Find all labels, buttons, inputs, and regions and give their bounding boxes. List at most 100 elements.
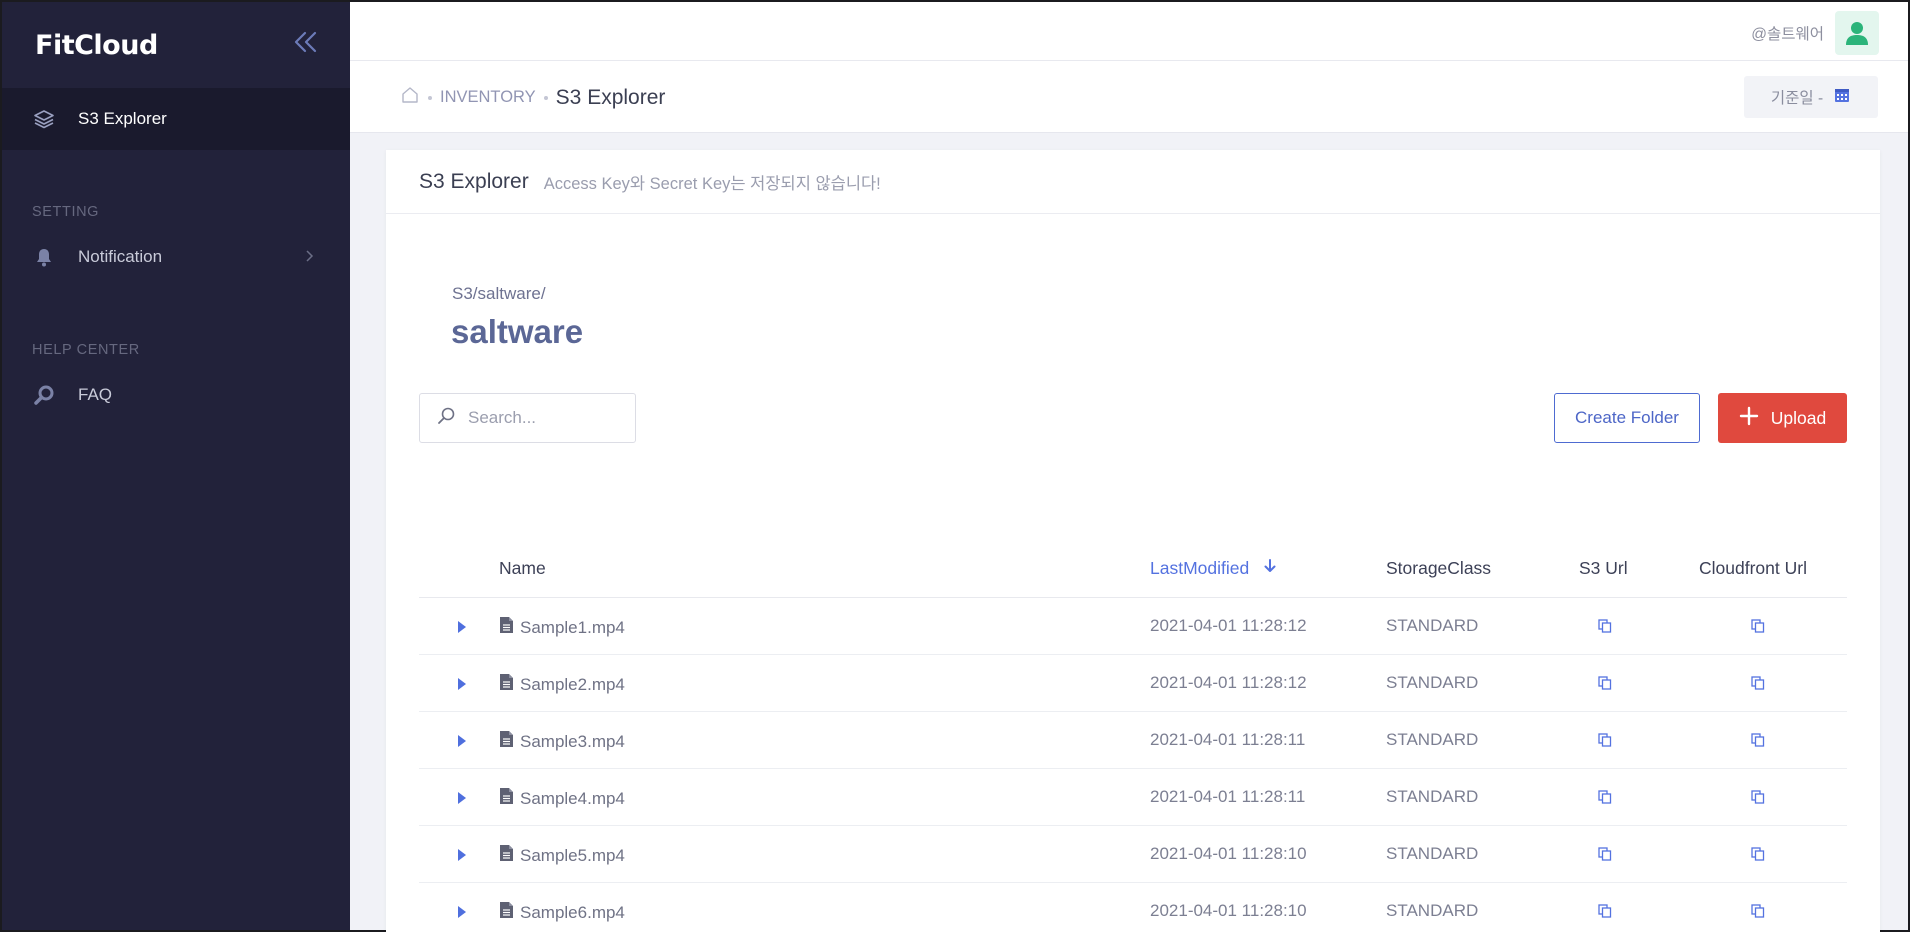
expand-row-icon[interactable] (457, 790, 467, 810)
file-name-label: Sample4.mp4 (520, 788, 625, 808)
expand-row-icon[interactable] (457, 733, 467, 753)
breadcrumb-separator (428, 95, 432, 100)
brand-logo[interactable]: FitCloud (35, 30, 158, 61)
sidebar-item-notification[interactable]: Notification (2, 226, 350, 288)
last-modified-cell: 2021-04-01 11:28:10 (1150, 901, 1307, 920)
column-storage-class[interactable]: StorageClass (1386, 558, 1491, 579)
last-modified-cell: 2021-04-01 11:28:11 (1150, 787, 1306, 806)
storage-class-cell: STANDARD (1386, 844, 1479, 863)
current-path[interactable]: S3/saltware/ (452, 284, 546, 304)
sidebar-item-label: FAQ (78, 385, 113, 404)
expand-row-icon[interactable] (457, 619, 467, 639)
file-name[interactable]: Sample3.mp4 (499, 730, 625, 753)
bell-icon (32, 245, 56, 269)
chevron-right-icon (304, 248, 314, 268)
expand-row-icon[interactable] (457, 904, 467, 924)
layers-icon (32, 107, 56, 131)
user-avatar-icon[interactable] (1835, 11, 1879, 55)
expand-row-icon[interactable] (457, 847, 467, 867)
table-row[interactable]: Sample1.mp4 2021-04-01 11:28:12 STANDARD (419, 598, 1847, 655)
file-name[interactable]: Sample5.mp4 (499, 844, 625, 867)
sidebar-item-s3-explorer[interactable]: S3 Explorer (2, 88, 350, 150)
sidebar-section-help-center: HELP CENTER (32, 342, 140, 358)
file-icon (499, 844, 514, 867)
file-name[interactable]: Sample6.mp4 (499, 901, 625, 924)
sidebar-item-faq[interactable]: FAQ (2, 364, 350, 426)
search-icon (32, 383, 56, 407)
copy-cloudfront-url-icon[interactable] (1751, 903, 1765, 923)
storage-class-cell: STANDARD (1386, 673, 1479, 692)
copy-cloudfront-url-icon[interactable] (1751, 618, 1765, 638)
column-s3-url: S3 Url (1579, 558, 1628, 578)
file-name-label: Sample6.mp4 (520, 902, 625, 922)
file-icon (499, 730, 514, 753)
collapse-sidebar-icon[interactable] (292, 28, 320, 56)
sidebar-item-label: Notification (78, 247, 163, 266)
copy-cloudfront-url-icon[interactable] (1751, 675, 1765, 695)
upload-label: Upload (1770, 407, 1827, 428)
copy-s3-url-icon[interactable] (1598, 732, 1612, 752)
create-folder-button[interactable]: Create Folder (1554, 393, 1700, 443)
copy-s3-url-icon[interactable] (1598, 618, 1612, 638)
copy-s3-url-icon[interactable] (1598, 903, 1612, 923)
plus-icon (1739, 406, 1759, 431)
file-name-label: Sample1.mp4 (520, 617, 625, 637)
table-row[interactable]: Sample3.mp4 2021-04-01 11:28:11 STANDARD (419, 712, 1847, 769)
breadcrumb: INVENTORY S3 Explorer (400, 85, 665, 110)
home-icon[interactable] (400, 85, 420, 110)
copy-cloudfront-url-icon[interactable] (1751, 846, 1765, 866)
table-row[interactable]: Sample6.mp4 2021-04-01 11:28:10 STANDARD (419, 883, 1847, 932)
folder-title: saltware (451, 313, 584, 350)
file-name[interactable]: Sample1.mp4 (499, 616, 625, 639)
panel-title: S3 Explorer (419, 169, 529, 193)
file-name-label: Sample5.mp4 (520, 845, 625, 865)
storage-class-cell: STANDARD (1386, 730, 1479, 749)
file-name[interactable]: Sample2.mp4 (499, 673, 625, 696)
file-name-label: Sample2.mp4 (520, 674, 625, 694)
table-row[interactable]: Sample5.mp4 2021-04-01 11:28:10 STANDARD (419, 826, 1847, 883)
copy-s3-url-icon[interactable] (1598, 675, 1612, 695)
calendar-icon (1833, 86, 1851, 109)
last-modified-cell: 2021-04-01 11:28:10 (1150, 844, 1307, 863)
file-icon (499, 787, 514, 810)
expand-row-icon[interactable] (457, 676, 467, 696)
file-name-label: Sample3.mp4 (520, 731, 625, 751)
file-name[interactable]: Sample4.mp4 (499, 787, 625, 810)
file-icon (499, 673, 514, 696)
sidebar: FitCloud S3 Explorer SETTING Notificatio… (2, 2, 350, 930)
last-modified-cell: 2021-04-01 11:28:11 (1150, 730, 1306, 749)
copy-s3-url-icon[interactable] (1598, 789, 1612, 809)
storage-class-cell: STANDARD (1386, 787, 1479, 806)
user-name[interactable]: @솔트웨어 (1751, 22, 1824, 44)
search-input[interactable] (468, 408, 628, 428)
breadcrumb-separator (543, 95, 548, 100)
column-cloudfront-url: Cloudfront Url (1699, 558, 1807, 578)
reference-date-button[interactable]: 기준일 - (1744, 76, 1878, 118)
search-box (419, 393, 636, 443)
file-table: Name LastModified StorageClass S3 Url Cl… (419, 538, 1847, 932)
file-icon (499, 616, 514, 639)
copy-cloudfront-url-icon[interactable] (1751, 789, 1765, 809)
storage-class-cell: STANDARD (1386, 616, 1479, 635)
table-row[interactable]: Sample4.mp4 2021-04-01 11:28:11 STANDARD (419, 769, 1847, 826)
table-header: Name LastModified StorageClass S3 Url Cl… (419, 538, 1847, 598)
column-name[interactable]: Name (499, 558, 546, 579)
upload-button[interactable]: Upload (1718, 393, 1847, 443)
subheader: INVENTORY S3 Explorer 기준일 - (350, 61, 1908, 133)
file-icon (499, 901, 514, 924)
panel-header: S3 Explorer Access Key와 Secret Key는 저장되지… (386, 150, 1880, 214)
table-row[interactable]: Sample2.mp4 2021-04-01 11:28:12 STANDARD (419, 655, 1847, 712)
copy-s3-url-icon[interactable] (1598, 846, 1612, 866)
copy-cloudfront-url-icon[interactable] (1751, 732, 1765, 752)
storage-class-cell: STANDARD (1386, 901, 1479, 920)
column-last-modified[interactable]: LastModified (1150, 558, 1277, 579)
page-title: S3 Explorer (555, 85, 666, 109)
last-modified-cell: 2021-04-01 11:28:12 (1150, 673, 1307, 692)
column-last-modified-label: LastModified (1150, 558, 1250, 578)
reference-date-label: 기준일 - (1770, 90, 1824, 107)
breadcrumb-inventory[interactable]: INVENTORY (440, 88, 536, 107)
topbar: @솔트웨어 (350, 2, 1908, 61)
search-icon (436, 406, 456, 431)
brand: FitCloud (2, 2, 350, 88)
s3-explorer-panel: S3 Explorer Access Key와 Secret Key는 저장되지… (386, 150, 1880, 932)
